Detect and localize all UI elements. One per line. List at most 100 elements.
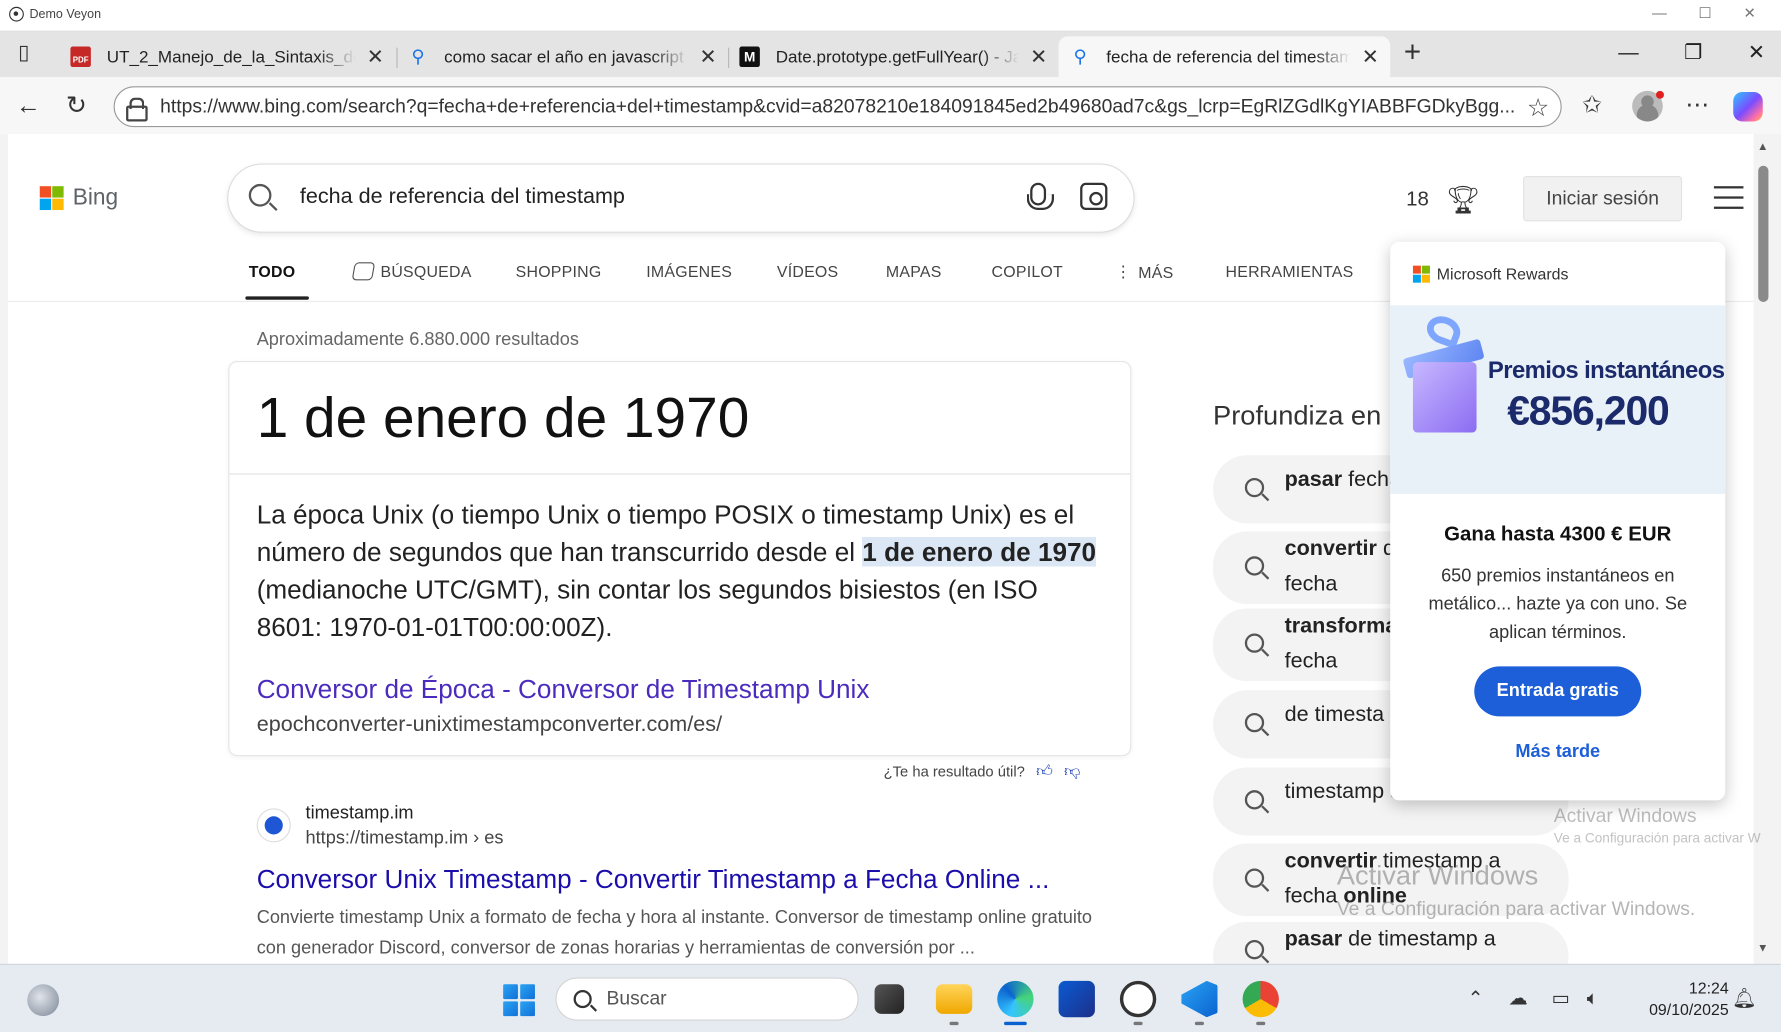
file-explorer-icon[interactable]	[935, 984, 973, 1014]
thumbs-down-icon[interactable]: 👎︎	[1064, 762, 1080, 781]
tab-mapas[interactable]: MAPAS	[886, 262, 942, 280]
close-icon[interactable]: ✕	[1362, 45, 1379, 69]
rewards-headline: Gana hasta 4300 € EUR	[1444, 522, 1672, 545]
active-tab-indicator	[245, 296, 309, 300]
result-site[interactable]: timestamp.im	[306, 804, 414, 824]
close-icon[interactable]: ✕	[1030, 45, 1047, 69]
rewards-popup: Microsoft Rewards Premios instantáneos €…	[1390, 241, 1726, 801]
refresh-icon[interactable]: ↻	[66, 91, 87, 121]
related-search-item[interactable]: pasar de timestamp a	[1213, 921, 1569, 964]
hamburger-menu-icon[interactable]	[1713, 186, 1744, 217]
weather-widget-icon[interactable]	[27, 984, 60, 1017]
rewards-trophy-icon[interactable]: 🏆︎	[1446, 184, 1481, 217]
clock-time: 12:24	[1688, 978, 1729, 997]
activate-windows-subtext: Ve a Configuración para activar Windows.	[1336, 898, 1696, 920]
tab-copilot[interactable]: COPILOT	[992, 262, 1063, 280]
close-icon[interactable]: ✕	[700, 45, 717, 69]
result-url[interactable]: https://timestamp.im › es	[306, 829, 504, 849]
feedback-label: ¿Te ha resultado útil?	[883, 762, 1025, 780]
address-url: https://www.bing.com/search?q=fecha+de+r…	[160, 95, 1516, 117]
later-link[interactable]: Más tarde	[1390, 742, 1725, 762]
related-title: Profundiza en	[1213, 400, 1382, 432]
taskbar-search[interactable]: Buscar	[555, 977, 859, 1021]
copilot-search-icon	[351, 262, 376, 281]
taskbar-search-placeholder: Buscar	[606, 987, 667, 1010]
address-bar[interactable]: https://www.bing.com/search?q=fecha+de+r…	[113, 86, 1562, 128]
visual-search-icon[interactable]	[1080, 182, 1108, 211]
edge-icon[interactable]	[997, 980, 1034, 1018]
tab-shopping[interactable]: SHOPPING	[516, 262, 602, 280]
search-box[interactable]: fecha de referencia del timestamp	[228, 164, 1134, 232]
more-menu-icon[interactable]: ⋯	[1686, 91, 1710, 119]
restore-icon[interactable]: ❐	[1684, 41, 1702, 65]
taskbar: Buscar ⌃ ☁ ▭ 🔈︎ 12:24 09/10/2025 🔔︎	[0, 963, 1781, 1032]
store-icon[interactable]	[1058, 980, 1095, 1018]
windows-start-icon[interactable]	[503, 984, 535, 1017]
veyon-minimize-icon[interactable]: —	[1652, 5, 1667, 23]
onedrive-icon[interactable]: ☁	[1508, 988, 1527, 1011]
address-row: ← ↻ https://www.bing.com/search?q=fecha+…	[0, 77, 1781, 134]
microsoft-logo-icon	[39, 186, 64, 211]
activate-windows-subtext-2: Ve a Configuración para activar W	[1553, 829, 1761, 846]
tab-bing-year[interactable]: ⚲ como sacar el año en javascript - ✕	[396, 36, 728, 77]
volume-icon[interactable]: 🔈︎	[1587, 988, 1599, 1011]
copilot-icon[interactable]	[1733, 91, 1763, 122]
show-hidden-icons-icon[interactable]: ⌃	[1467, 988, 1483, 1011]
tab-mdn[interactable]: M Date.prototype.getFullYear() - Java ✕	[728, 36, 1059, 77]
tab-actions-icon[interactable]: ▯	[18, 41, 29, 65]
rewards-points[interactable]: 18	[1406, 187, 1429, 211]
banner-title: Premios instantáneos	[1487, 357, 1725, 384]
tab-videos[interactable]: VÍDEOS	[777, 262, 838, 280]
bing-logo[interactable]: Bing	[39, 185, 118, 211]
task-view-icon[interactable]	[874, 984, 905, 1014]
banner-amount: €856,200	[1507, 387, 1670, 434]
veyon-titlebar: Demo Veyon — ☐ ✕	[0, 0, 1781, 32]
tab-todo[interactable]: TODO	[249, 262, 296, 280]
veyon-close-icon[interactable]: ✕	[1744, 5, 1756, 23]
result-snippet: Convierte timestamp Unix a formato de fe…	[256, 908, 1093, 959]
result-title-link[interactable]: Conversor Unix Timestamp - Convertir Tim…	[257, 864, 1050, 895]
search-icon	[248, 183, 272, 207]
network-icon[interactable]: ▭	[1552, 988, 1570, 1011]
answer-highlight: 1 de enero de 1970	[862, 536, 1097, 567]
scroll-up-icon[interactable]: ▲	[1757, 141, 1768, 153]
search-icon	[1244, 556, 1265, 576]
vscode-icon[interactable]	[1181, 980, 1218, 1018]
back-icon[interactable]: ←	[16, 91, 41, 121]
close-icon[interactable]: ✕	[367, 45, 384, 69]
new-tab-icon[interactable]: +	[1404, 34, 1421, 69]
favorites-icon[interactable]: ✩	[1582, 91, 1602, 119]
tab-pdf[interactable]: PDF UT_2_Manejo_de_la_Sintaxis_de_Ja ✕	[59, 36, 395, 77]
tab-mas[interactable]: ⋮ MÁS	[1115, 262, 1173, 281]
tab-imagenes[interactable]: IMÁGENES	[646, 262, 732, 280]
microphone-icon[interactable]	[1026, 182, 1055, 211]
tab-busqueda[interactable]: BÚSQUEDA	[351, 262, 471, 281]
tab-label: como sacar el año en javascript -	[444, 47, 689, 67]
notification-dot	[1655, 90, 1664, 99]
thumbs-up-icon[interactable]: 👍︎	[1036, 762, 1053, 781]
search-icon	[573, 989, 592, 1009]
rewards-body: 650 premios instantáneos en metálico... …	[1428, 566, 1688, 643]
tab-bing-timestamp[interactable]: ⚲ fecha de referencia del timestamp ✕	[1058, 36, 1391, 78]
answer-source-url: epochconverter-unixtimestampconverter.co…	[256, 712, 723, 737]
activate-windows-watermark: Activar Windows	[1336, 860, 1539, 892]
tab-herramientas[interactable]: HERRAMIENTAS	[1226, 262, 1354, 280]
feedback-row: ¿Te ha resultado útil? 👍︎ 👎︎	[884, 762, 1081, 781]
minimize-icon[interactable]: —	[1618, 41, 1638, 65]
search-input[interactable]: fecha de referencia del timestamp	[300, 185, 625, 210]
veyon-title: Demo Veyon	[29, 7, 102, 22]
veyon-icon[interactable]	[1119, 980, 1157, 1018]
veyon-maximize-icon[interactable]: ☐	[1699, 5, 1712, 23]
close-window-icon[interactable]: ✕	[1748, 41, 1765, 65]
scroll-down-icon[interactable]: ▼	[1757, 942, 1768, 954]
answer-source-link[interactable]: Conversor de Época - Conversor de Timest…	[257, 674, 870, 705]
scroll-thumb[interactable]	[1758, 165, 1769, 302]
lock-icon	[126, 97, 148, 122]
favorite-star-icon[interactable]: ☆	[1527, 93, 1549, 123]
free-entry-button[interactable]: Entrada gratis	[1474, 666, 1642, 717]
signin-button[interactable]: Iniciar sesión	[1523, 175, 1683, 222]
system-clock[interactable]: 12:24 09/10/2025	[1626, 977, 1729, 1020]
notifications-icon[interactable]: 🔔︎	[1732, 988, 1757, 1011]
chrome-icon[interactable]	[1242, 980, 1279, 1018]
bing-results-page: Bing fecha de referencia del timestamp 1…	[7, 133, 1754, 964]
